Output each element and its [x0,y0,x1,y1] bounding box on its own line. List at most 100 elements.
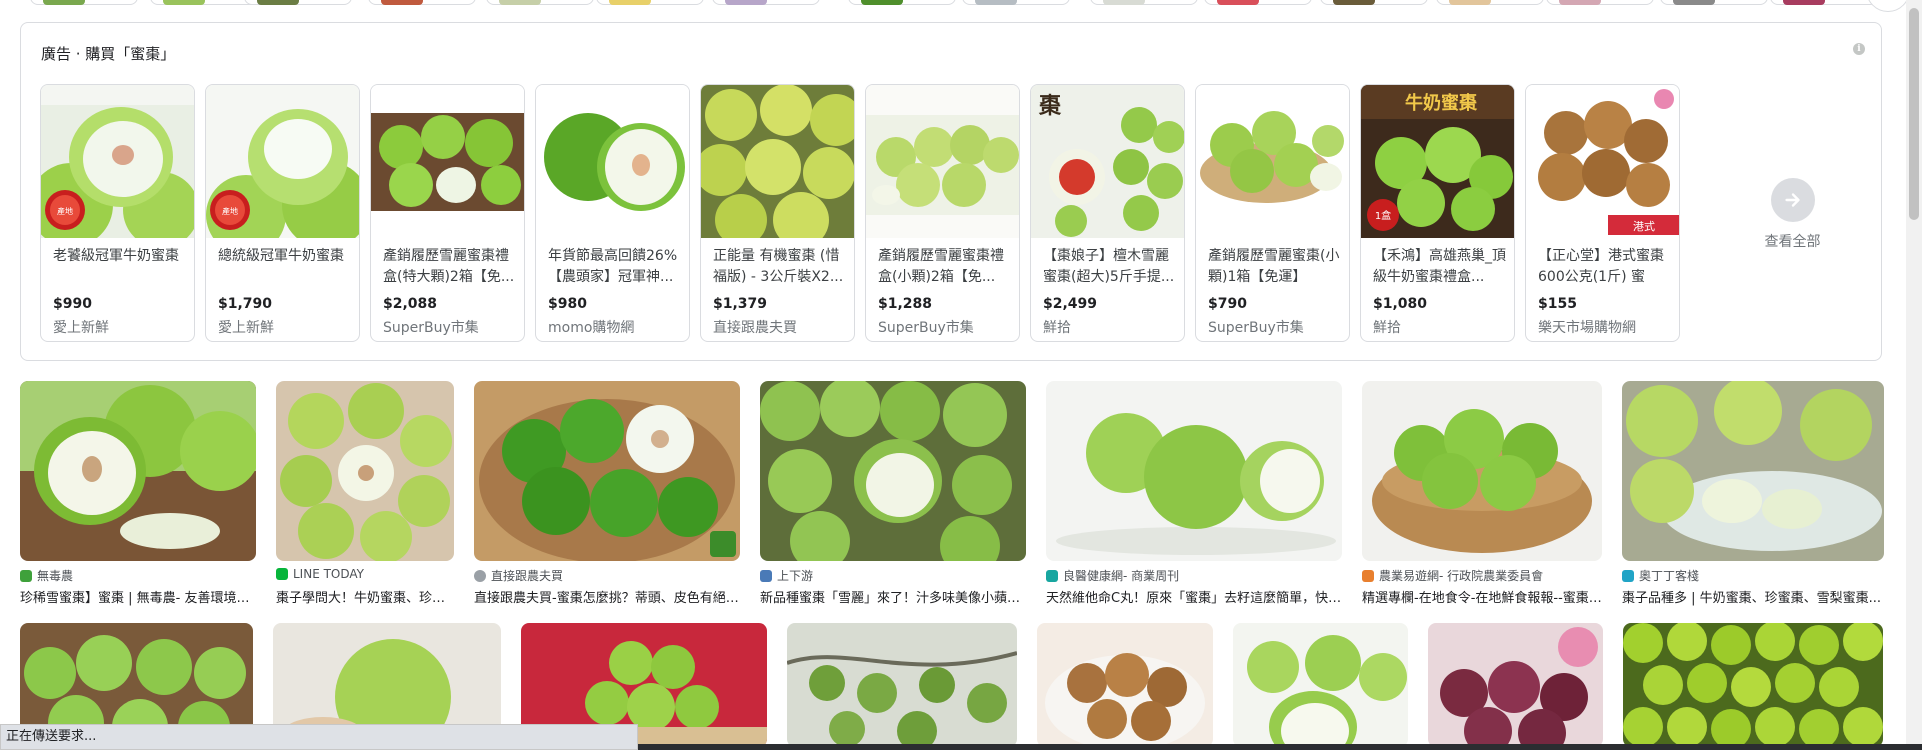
image-result-thumbnail[interactable] [760,381,1026,561]
image-caption[interactable]: 天然維他命C丸！原來「蜜棗」去籽這麼簡單，快回... [1046,587,1342,606]
filter-chip[interactable] [1090,0,1198,5]
image-source-name[interactable]: 奧丁丁客棧 [1639,567,1699,584]
product-card[interactable]: 棗 【棗娘子】檀木雪麗蜜棗(超大)5斤手提... $2,499 鮮拾 [1030,84,1185,342]
product-name[interactable]: 產銷履歷雪麗蜜棗禮盒(特大顆)2箱【免... [383,246,517,288]
image-caption[interactable]: 直接跟農夫買-蜜棗怎麼挑？蒂頭、皮色有絕對... [474,587,740,606]
product-name[interactable]: 總統級冠軍牛奶蜜棗 [218,246,352,288]
image-result-thumbnail[interactable] [474,381,740,561]
filter-chip[interactable] [30,0,138,5]
image-source-name[interactable]: 農業易遊網- 行政院農業委員會 [1379,567,1543,584]
product-seller: 愛上新鮮 [218,320,274,336]
image-result-thumbnail[interactable] [1046,381,1342,561]
product-price: $155 [1538,296,1577,312]
product-name[interactable]: 年貨節最高回饋26%【農頭家】冠軍神... [548,246,682,288]
filter-chip[interactable] [596,0,704,5]
image-source[interactable]: 直接跟農夫買 [474,567,740,584]
filter-chip[interactable] [1546,0,1654,5]
product-name[interactable]: 【正心堂】港式蜜棗600公克(1斤) 蜜棗... [1538,246,1672,288]
product-name[interactable]: 【棗娘子】檀木雪麗蜜棗(超大)5斤手提... [1043,246,1177,288]
filter-chip[interactable] [1770,0,1878,5]
image-source[interactable]: 無毒農 [20,567,256,584]
filter-chip[interactable] [712,0,820,5]
image-source[interactable]: 良醫健康網- 商業周刊 [1046,567,1342,584]
product-card[interactable]: 產地 總統級冠軍牛奶蜜棗 $1,790 愛上新鮮 [205,84,360,342]
image-result-thumbnail[interactable] [1428,623,1603,747]
filter-chip[interactable] [1320,0,1428,5]
product-name[interactable]: 正能量 有機蜜棗 (惜福版) - 3公斤裝X2... [713,246,847,288]
svg-text:港式: 港式 [1633,220,1655,233]
image-source-name[interactable]: 無毒農 [37,567,73,584]
product-card[interactable]: 港式 【正心堂】港式蜜棗600公克(1斤) 蜜棗... $155 樂天市場購物網 [1525,84,1680,342]
image-result-thumbnail[interactable] [276,381,454,561]
product-image[interactable] [701,85,854,238]
top-filter-chips [0,0,1890,6]
filter-chip[interactable] [368,0,476,5]
svg-text:1盒: 1盒 [1375,209,1391,222]
health-icon [1046,569,1058,582]
filter-chip[interactable] [1660,0,1768,5]
image-result-thumbnail[interactable] [1037,623,1213,747]
product-image[interactable] [1196,85,1349,238]
filter-chip[interactable] [1204,0,1312,5]
image-caption[interactable]: 棗子品種多 | 牛奶蜜棗、珍蜜棗、雪梨蜜棗... [1622,587,1884,606]
image-result-thumbnail[interactable] [20,381,256,561]
product-card[interactable]: 牛奶蜜棗 1盒 【禾鴻】高雄燕巢_頂級牛奶蜜棗禮盒... $1,080 鮮拾 [1360,84,1515,342]
product-card[interactable]: 產地 老饕級冠軍牛奶蜜棗 $990 愛上新鮮 [40,84,195,342]
image-caption[interactable]: 精選專欄-在地食令-在地鮮食報報--蜜棗-... [1362,587,1602,606]
product-card[interactable]: 產銷履歷雪麗蜜棗禮盒(特大顆)2箱【免... $2,088 SuperBuy市集 [370,84,525,342]
image-source-name[interactable]: 良醫健康網- 商業周刊 [1063,567,1179,584]
product-name[interactable]: 老饕級冠軍牛奶蜜棗 [53,246,187,288]
globe-icon [474,569,486,582]
image-source-name[interactable]: 直接跟農夫買 [491,567,563,584]
info-icon[interactable]: i [1853,43,1865,55]
filter-chip[interactable] [486,0,594,5]
image-source-name[interactable]: LINE TODAY [293,567,364,581]
product-card[interactable]: 產銷履歷雪麗蜜棗(小顆)1箱【免運】 $790 SuperBuy市集 [1195,84,1350,342]
product-image[interactable]: 產地 [206,85,359,238]
account-button[interactable] [1866,0,1910,12]
product-image[interactable]: 牛奶蜜棗 1盒 [1361,85,1514,238]
image-source[interactable]: 上下游 [760,567,1026,584]
filter-chip[interactable] [848,0,956,5]
filter-chip[interactable] [244,0,352,5]
image-source-name[interactable]: 上下游 [777,567,813,584]
product-name[interactable]: 產銷履歷雪麗蜜棗禮盒(小顆)2箱【免... [878,246,1012,288]
product-image[interactable] [371,85,524,238]
product-seller: 愛上新鮮 [53,320,109,336]
image-source[interactable]: 奧丁丁客棧 [1622,567,1884,584]
filter-chip[interactable] [962,0,1070,5]
product-image[interactable]: 產地 [41,85,194,238]
product-name[interactable]: 產銷履歷雪麗蜜棗(小顆)1箱【免運】 [1208,246,1342,288]
product-image[interactable] [536,85,689,238]
product-card[interactable]: 產銷履歷雪麗蜜棗禮盒(小顆)2箱【免... $1,288 SuperBuy市集 [865,84,1020,342]
binoculars-icon [1622,569,1634,582]
arrow-right-icon[interactable] [1771,178,1815,222]
product-price: $990 [53,296,92,312]
product-seller: 鮮拾 [1043,320,1071,336]
image-source[interactable]: LINE TODAY [276,567,454,581]
filter-chip[interactable] [150,0,258,5]
vertical-scrollbar[interactable] [1906,0,1922,750]
line-icon [276,568,288,580]
see-all-button[interactable]: 查看全部 [1729,84,1849,342]
status-bar: 正在傳送要求... [0,724,638,750]
image-caption[interactable]: 新品種蜜棗「雪麗」來了！汁多味美像小蘋果... [760,587,1026,606]
product-image[interactable]: 棗 [1031,85,1184,238]
image-caption[interactable]: 珍稀雪蜜棗】蜜棗 | 無毒農- 友善環境的... [20,587,256,606]
product-card[interactable]: 正能量 有機蜜棗 (惜福版) - 3公斤裝X2... $1,379 直接跟農夫買 [700,84,855,342]
image-result-thumbnail[interactable] [1362,381,1602,561]
news-icon [760,569,772,582]
image-result-thumbnail[interactable] [1233,623,1408,747]
image-caption[interactable]: 棗子學問大！牛奶蜜棗、珍蜜... [276,587,454,606]
filter-chip[interactable] [1436,0,1544,5]
image-result-thumbnail[interactable] [787,623,1017,747]
image-source[interactable]: 農業易遊網- 行政院農業委員會 [1362,567,1602,584]
product-image[interactable] [866,85,1019,238]
scrollbar-thumb[interactable] [1909,8,1919,220]
see-all-label[interactable]: 查看全部 [1729,231,1856,251]
product-card[interactable]: 年貨節最高回饋26%【農頭家】冠軍神... $980 momo購物網 [535,84,690,342]
image-result-thumbnail[interactable] [1622,381,1884,561]
product-image[interactable]: 港式 [1526,85,1679,238]
product-name[interactable]: 【禾鴻】高雄燕巢_頂級牛奶蜜棗禮盒... [1373,246,1507,288]
image-result-thumbnail[interactable] [1623,623,1883,747]
